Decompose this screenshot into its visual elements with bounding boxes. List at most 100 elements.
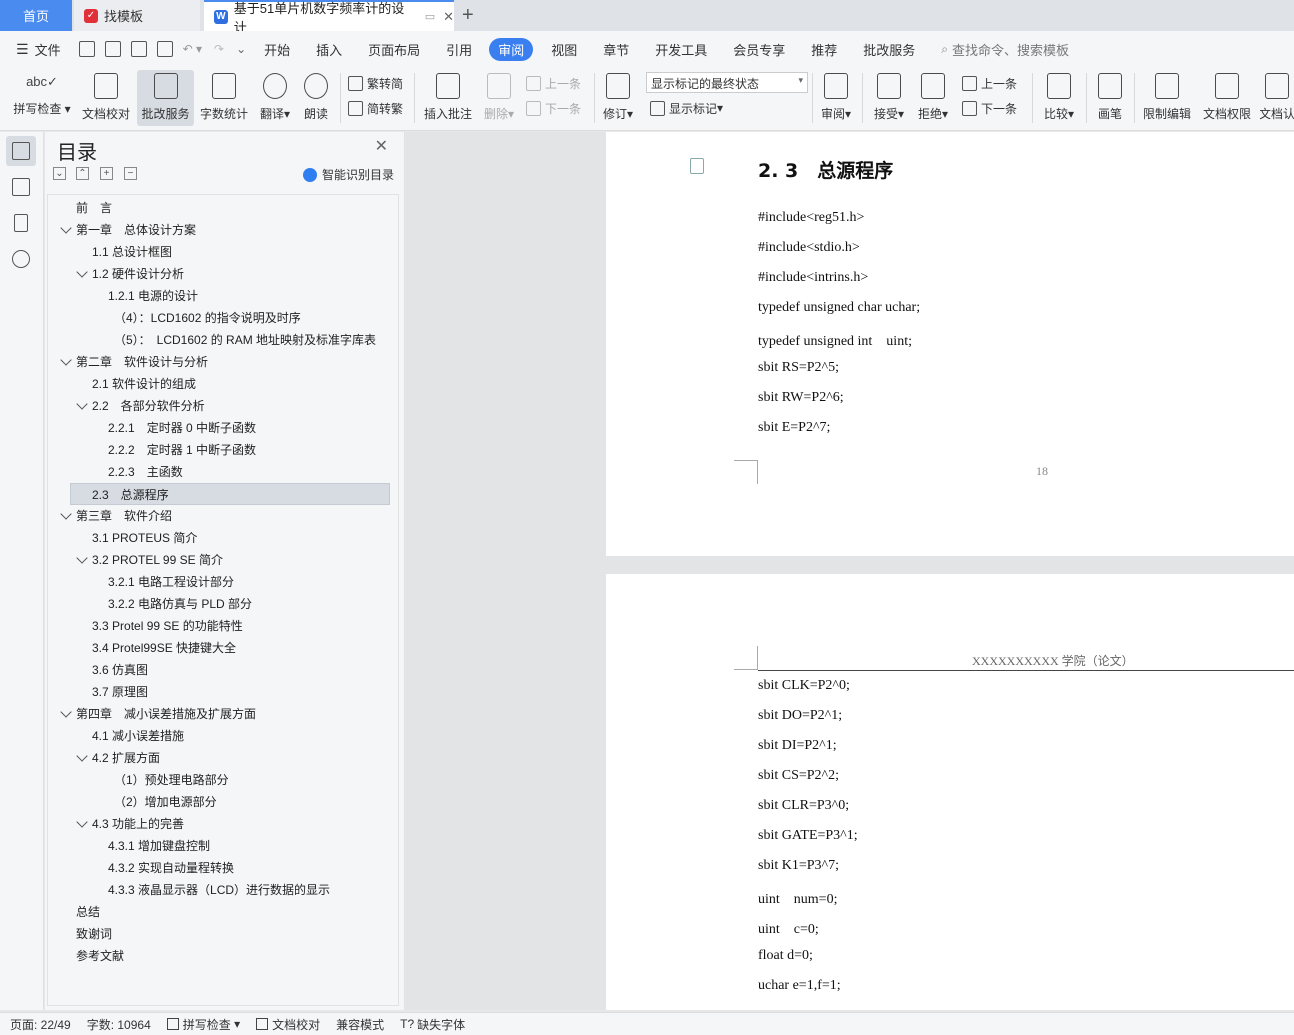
monitor-icon[interactable]: ▭ [425, 10, 435, 23]
new-tab-button[interactable]: + [462, 4, 474, 27]
command-search-input[interactable]: 查找命令、搜索模板 [952, 40, 1069, 59]
section-nav-icon[interactable] [12, 178, 30, 196]
toc-item[interactable]: 致谢词 [48, 923, 394, 945]
toc-item[interactable]: 2.2.3 主函数 [48, 461, 394, 483]
show-markup-button[interactable]: 显示标记 ▾ [650, 98, 723, 118]
toc-item[interactable]: 2.2 各部分软件分析 [48, 395, 394, 417]
toc-item[interactable]: （5）： LCD1602 的 RAM 地址映射及标准字库表 [48, 329, 394, 351]
toc-item[interactable]: （2）增加电源部分 [48, 791, 394, 813]
tab-template[interactable]: ✓ 找模板 [74, 0, 200, 31]
to-traditional-button[interactable]: 繁转简 [348, 73, 403, 93]
toc-item[interactable]: 1.2.1 电源的设计 [48, 285, 394, 307]
toc-item[interactable]: 3.2.1 电路工程设计部分 [48, 571, 394, 593]
menu-chapter[interactable]: 章节 [603, 40, 629, 59]
menu-insert[interactable]: 插入 [316, 40, 342, 59]
doc-permission-button[interactable]: 文档权限 [1200, 70, 1254, 126]
add-level-icon[interactable]: + [100, 167, 113, 180]
smart-toc-button[interactable]: 智能识别目录 [302, 166, 394, 183]
toc-item[interactable]: 1.1 总设计框图 [48, 241, 394, 263]
close-icon[interactable]: ✕ [443, 9, 454, 25]
toc-item[interactable]: 3.6 仿真图 [48, 659, 394, 681]
toc-item[interactable]: 3.1 PROTEUS 简介 [48, 527, 394, 549]
toc-item[interactable]: 4.3 功能上的完善 [48, 813, 394, 835]
proof-status[interactable]: 文档校对 [256, 1016, 320, 1033]
reject-button[interactable]: 拒绝▾ [914, 70, 952, 126]
next-change-button[interactable]: 下一条 [962, 98, 1017, 118]
document-canvas[interactable]: 2. 3 总源程序 #include<reg51.h> #include<stdi… [406, 132, 1294, 1010]
menu-devtools[interactable]: 开发工具 [655, 40, 707, 59]
hamburger-icon[interactable]: ☰ [16, 41, 29, 58]
doc-proof-button[interactable]: 文档校对 [80, 70, 132, 126]
chevron-down-icon[interactable]: ⌄ [236, 42, 246, 56]
undo-icon[interactable]: ↶ ▾ [183, 42, 202, 56]
next-comment-button[interactable]: 下一条 [526, 98, 581, 118]
search-icon[interactable] [12, 250, 30, 268]
toc-item[interactable]: 总结 [48, 901, 394, 923]
toc-item[interactable]: 前 言 [48, 197, 394, 219]
bookmark-icon[interactable] [14, 214, 28, 232]
collapse-all-icon[interactable]: ⌄ [53, 167, 66, 180]
tab-document[interactable]: W 基于51单片机数字频率计的设计 ▭ ✕ [204, 0, 454, 35]
page-format-icon[interactable] [690, 158, 704, 174]
translate-button[interactable]: 翻译▾ [256, 70, 294, 126]
insert-comment-button[interactable]: 插入批注 [420, 70, 476, 126]
compare-button[interactable]: 比较▾ [1040, 70, 1078, 126]
document-page[interactable]: 2. 3 总源程序 #include<reg51.h> #include<stdi… [606, 132, 1294, 556]
expand-up-icon[interactable]: ⌃ [76, 167, 89, 180]
toc-item[interactable]: 第四章 减小误差措施及扩展方面 [48, 703, 394, 725]
remove-level-icon[interactable]: − [124, 167, 137, 180]
toc-item[interactable]: 参考文献 [48, 945, 394, 967]
word-count-button[interactable]: 字数统计 [198, 70, 250, 126]
to-simplified-button[interactable]: 简转繁 [348, 98, 403, 118]
tab-home[interactable]: 首页 [0, 0, 72, 31]
menu-correction[interactable]: 批改服务 [863, 40, 915, 59]
redo-icon[interactable]: ↷ [214, 42, 224, 56]
menu-file[interactable]: 文件 [35, 40, 61, 59]
toc-item[interactable]: 1.2 硬件设计分析 [48, 263, 394, 285]
toc-item[interactable]: （1）预处理电路部分 [48, 769, 394, 791]
toc-item[interactable]: 第二章 软件设计与分析 [48, 351, 394, 373]
restrict-edit-button[interactable]: 限制编辑 [1140, 70, 1194, 126]
doc-verify-button[interactable]: 文档认 [1260, 70, 1294, 126]
close-icon[interactable]: ✕ [375, 136, 388, 156]
toc-item[interactable]: 2.2.1 定时器 0 中断子函数 [48, 417, 394, 439]
menu-start[interactable]: 开始 [264, 40, 290, 59]
menu-recommend[interactable]: 推荐 [811, 40, 837, 59]
toc-icon[interactable] [12, 142, 30, 160]
menu-layout[interactable]: 页面布局 [368, 40, 420, 59]
toc-item[interactable]: 2.3 总源程序 [70, 483, 390, 505]
correction-service-button[interactable]: 批改服务 [137, 70, 194, 126]
toc-item[interactable]: 3.7 原理图 [48, 681, 394, 703]
toc-item[interactable]: 4.2 扩展方面 [48, 747, 394, 769]
menu-member[interactable]: 会员专享 [733, 40, 785, 59]
toc-item[interactable]: 2.2.2 定时器 1 中断子函数 [48, 439, 394, 461]
menu-view[interactable]: 视图 [551, 40, 577, 59]
markup-state-select[interactable]: 显示标记的最终状态 ▾ [646, 72, 808, 93]
toc-item[interactable]: 4.3.2 实现自动量程转换 [48, 857, 394, 879]
missing-font-status[interactable]: T? 缺失字体 [400, 1016, 465, 1033]
save-icon[interactable] [78, 41, 95, 57]
print-preview-icon[interactable] [156, 41, 173, 57]
review-button[interactable]: 审阅▾ [818, 70, 854, 126]
toc-item[interactable]: 4.1 减小误差措施 [48, 725, 394, 747]
accept-button[interactable]: 接受▾ [870, 70, 908, 126]
pen-button[interactable]: 画笔 [1094, 70, 1126, 126]
toc-item[interactable]: 2.1 软件设计的组成 [48, 373, 394, 395]
toc-item[interactable]: 3.3 Protel 99 SE 的功能特性 [48, 615, 394, 637]
toc-item[interactable]: 4.3.1 增加键盘控制 [48, 835, 394, 857]
prev-comment-button[interactable]: 上一条 [526, 73, 581, 93]
toc-item[interactable]: 3.2.2 电路仿真与 PLD 部分 [48, 593, 394, 615]
toc-item[interactable]: 3.2 PROTEL 99 SE 简介 [48, 549, 394, 571]
word-count-status[interactable]: 字数: 10964 [87, 1016, 151, 1033]
document-page[interactable]: XXXXXXXXXX 学院（论文） sbit CLK=P2^0; sbit DO=… [606, 574, 1294, 1010]
toc-item[interactable]: 3.4 Protel99SE 快捷键大全 [48, 637, 394, 659]
toc-item[interactable]: 第一章 总体设计方案 [48, 219, 394, 241]
toc-item[interactable]: 4.3.3 液晶显示器（LCD）进行数据的显示 [48, 879, 394, 901]
print-icon[interactable] [130, 41, 147, 57]
toc-item[interactable]: 第三章 软件介绍 [48, 505, 394, 527]
spellcheck-button[interactable]: abc✓ 拼写检查 ▾ [10, 70, 74, 126]
revise-button[interactable]: 修订▾ [600, 70, 636, 126]
read-aloud-button[interactable]: 朗读 [300, 70, 332, 126]
prev-change-button[interactable]: 上一条 [962, 73, 1017, 93]
export-pdf-icon[interactable] [104, 41, 121, 57]
